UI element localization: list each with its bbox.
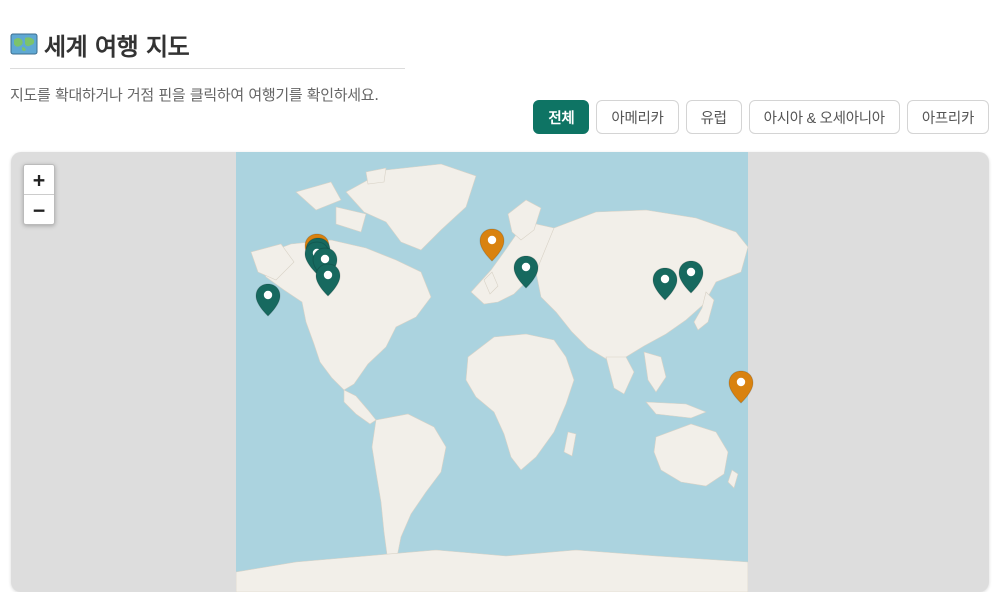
pin-shanghai[interactable] <box>652 267 678 301</box>
world-map-tile[interactable] <box>236 152 748 592</box>
pin-los-angeles[interactable] <box>315 263 341 298</box>
map-container[interactable]: + − <box>11 152 989 592</box>
world-map-icon <box>10 32 38 56</box>
pin-tokyo[interactable] <box>678 260 704 294</box>
zoom-in-button[interactable]: + <box>24 165 54 194</box>
page-header: 세계 여행 지도 <box>10 26 405 69</box>
page-subtitle: 지도를 확대하거나 거점 핀을 클릭하여 여행기를 확인하세요. <box>10 86 379 104</box>
map-pin-icon <box>255 283 281 317</box>
pin-london[interactable] <box>479 228 505 262</box>
filter-europe-button[interactable]: 유럽 <box>685 100 742 134</box>
filter-americas-button[interactable]: 아메리카 <box>596 100 679 134</box>
pin-new-zealand[interactable] <box>728 370 754 405</box>
filter-asia-oceania-button[interactable]: 아시아 & 오세아니아 <box>748 100 900 134</box>
map-pin-icon <box>513 255 539 290</box>
filter-all-button[interactable]: 전체 <box>533 100 590 134</box>
map-pin-icon <box>652 267 678 301</box>
pin-hawaii[interactable] <box>255 283 281 317</box>
map-pin-icon <box>678 260 704 294</box>
map-pin-icon <box>479 228 505 262</box>
title-divider <box>10 68 405 69</box>
pin-athens[interactable] <box>513 255 539 290</box>
page-title: 세계 여행 지도 <box>44 32 190 61</box>
region-filter-bar: 전체 아메리카 유럽 아시아 & 오세아니아 아프리카 <box>533 100 989 134</box>
filter-africa-button[interactable]: 아프리카 <box>906 100 989 134</box>
map-pin-icon <box>728 370 754 405</box>
zoom-control: + − <box>23 164 55 225</box>
map-pin-icon <box>315 263 341 298</box>
zoom-out-button[interactable]: − <box>24 194 54 224</box>
